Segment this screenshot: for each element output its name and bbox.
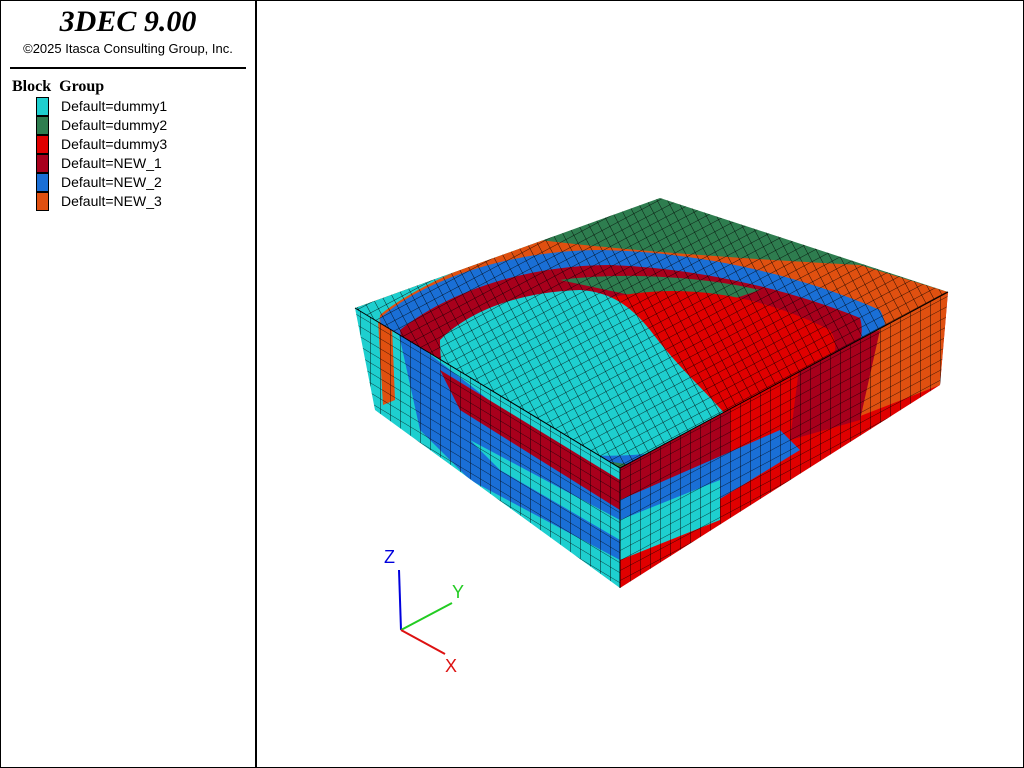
legend-swatch	[36, 173, 49, 192]
y-axis-line	[400, 602, 453, 631]
model-viewport[interactable]: Z Y X	[257, 1, 1022, 767]
block-model[interactable]	[340, 190, 960, 600]
legend-swatch	[36, 116, 49, 135]
axis-triad: Z Y X	[384, 547, 464, 676]
legend-panel: 3DEC 9.00 ©2025 Itasca Consulting Group,…	[1, 1, 257, 767]
model-view-svg[interactable]: Z Y X	[257, 1, 1022, 767]
legend-label: Default=NEW_3	[61, 193, 162, 209]
x-axis-label: X	[445, 656, 457, 676]
legend-label: Default=NEW_1	[61, 155, 162, 171]
legend-divider	[10, 67, 246, 69]
legend-label: Default=NEW_2	[61, 174, 162, 190]
app-title: 3DEC 9.00	[59, 5, 197, 38]
legend-label: Default=dummy1	[61, 98, 168, 114]
legend-swatch	[36, 192, 49, 211]
y-axis-label: Y	[452, 582, 464, 602]
legend-label: Default=dummy3	[61, 136, 168, 152]
legend-swatch	[36, 135, 49, 154]
copyright-notice: ©2025 Itasca Consulting Group, Inc.	[23, 41, 233, 56]
x-axis-line	[400, 629, 446, 655]
z-axis-label: Z	[384, 547, 395, 567]
legend-swatch	[36, 97, 49, 116]
z-axis-line	[398, 569, 402, 631]
legend-title: Block Group	[12, 78, 105, 95]
legend-swatch	[36, 154, 49, 173]
legend-label: Default=dummy2	[61, 117, 168, 133]
